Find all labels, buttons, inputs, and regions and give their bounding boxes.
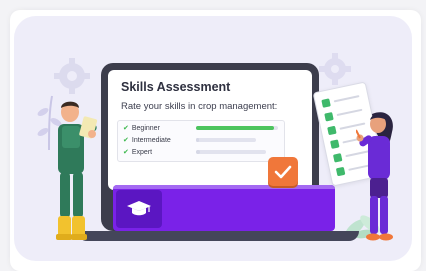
skill-label: Beginner bbox=[131, 125, 160, 132]
course-banner-highlight bbox=[113, 185, 335, 189]
check-icon: ✔ bbox=[123, 125, 129, 132]
skill-label: Intermediate bbox=[131, 137, 171, 144]
skill-level-fill bbox=[196, 138, 199, 142]
page-subtitle: Rate your skills in crop management: bbox=[121, 101, 278, 112]
course-tile[interactable] bbox=[116, 190, 162, 228]
skill-option-expert[interactable]: ✔ Expert bbox=[123, 148, 152, 156]
graduation-cap-icon bbox=[127, 201, 151, 216]
woman-illustration bbox=[356, 112, 393, 241]
gear-decoration-icon bbox=[54, 58, 90, 94]
checkbox-checked-icon bbox=[332, 153, 343, 163]
checkbox-checked-icon bbox=[335, 166, 346, 177]
checklist-line bbox=[333, 95, 360, 103]
checkmark-icon bbox=[274, 165, 292, 178]
farmer-man-illustration bbox=[56, 101, 98, 240]
check-icon: ✔ bbox=[123, 137, 129, 144]
skill-level-fill bbox=[196, 126, 274, 130]
skill-level-bar bbox=[196, 138, 256, 142]
checkbox-checked-icon bbox=[321, 98, 331, 108]
laptop-base bbox=[77, 231, 359, 241]
gear-decoration-icon bbox=[319, 53, 351, 85]
page-title: Skills Assessment bbox=[121, 80, 231, 94]
check-icon: ✔ bbox=[123, 149, 129, 156]
skill-option-beginner[interactable]: ✔ Beginner bbox=[123, 124, 160, 132]
skill-option-intermediate[interactable]: ✔ Intermediate bbox=[123, 136, 171, 144]
skill-level-bar bbox=[196, 126, 278, 130]
checkbox-checked-icon bbox=[330, 139, 340, 149]
checkmark-badge bbox=[268, 157, 298, 186]
checkbox-checked-icon bbox=[324, 112, 334, 122]
skill-level-fill bbox=[196, 150, 200, 154]
skill-level-bar bbox=[196, 150, 266, 154]
skill-label: Expert bbox=[131, 149, 153, 156]
checkbox-checked-icon bbox=[327, 125, 337, 136]
